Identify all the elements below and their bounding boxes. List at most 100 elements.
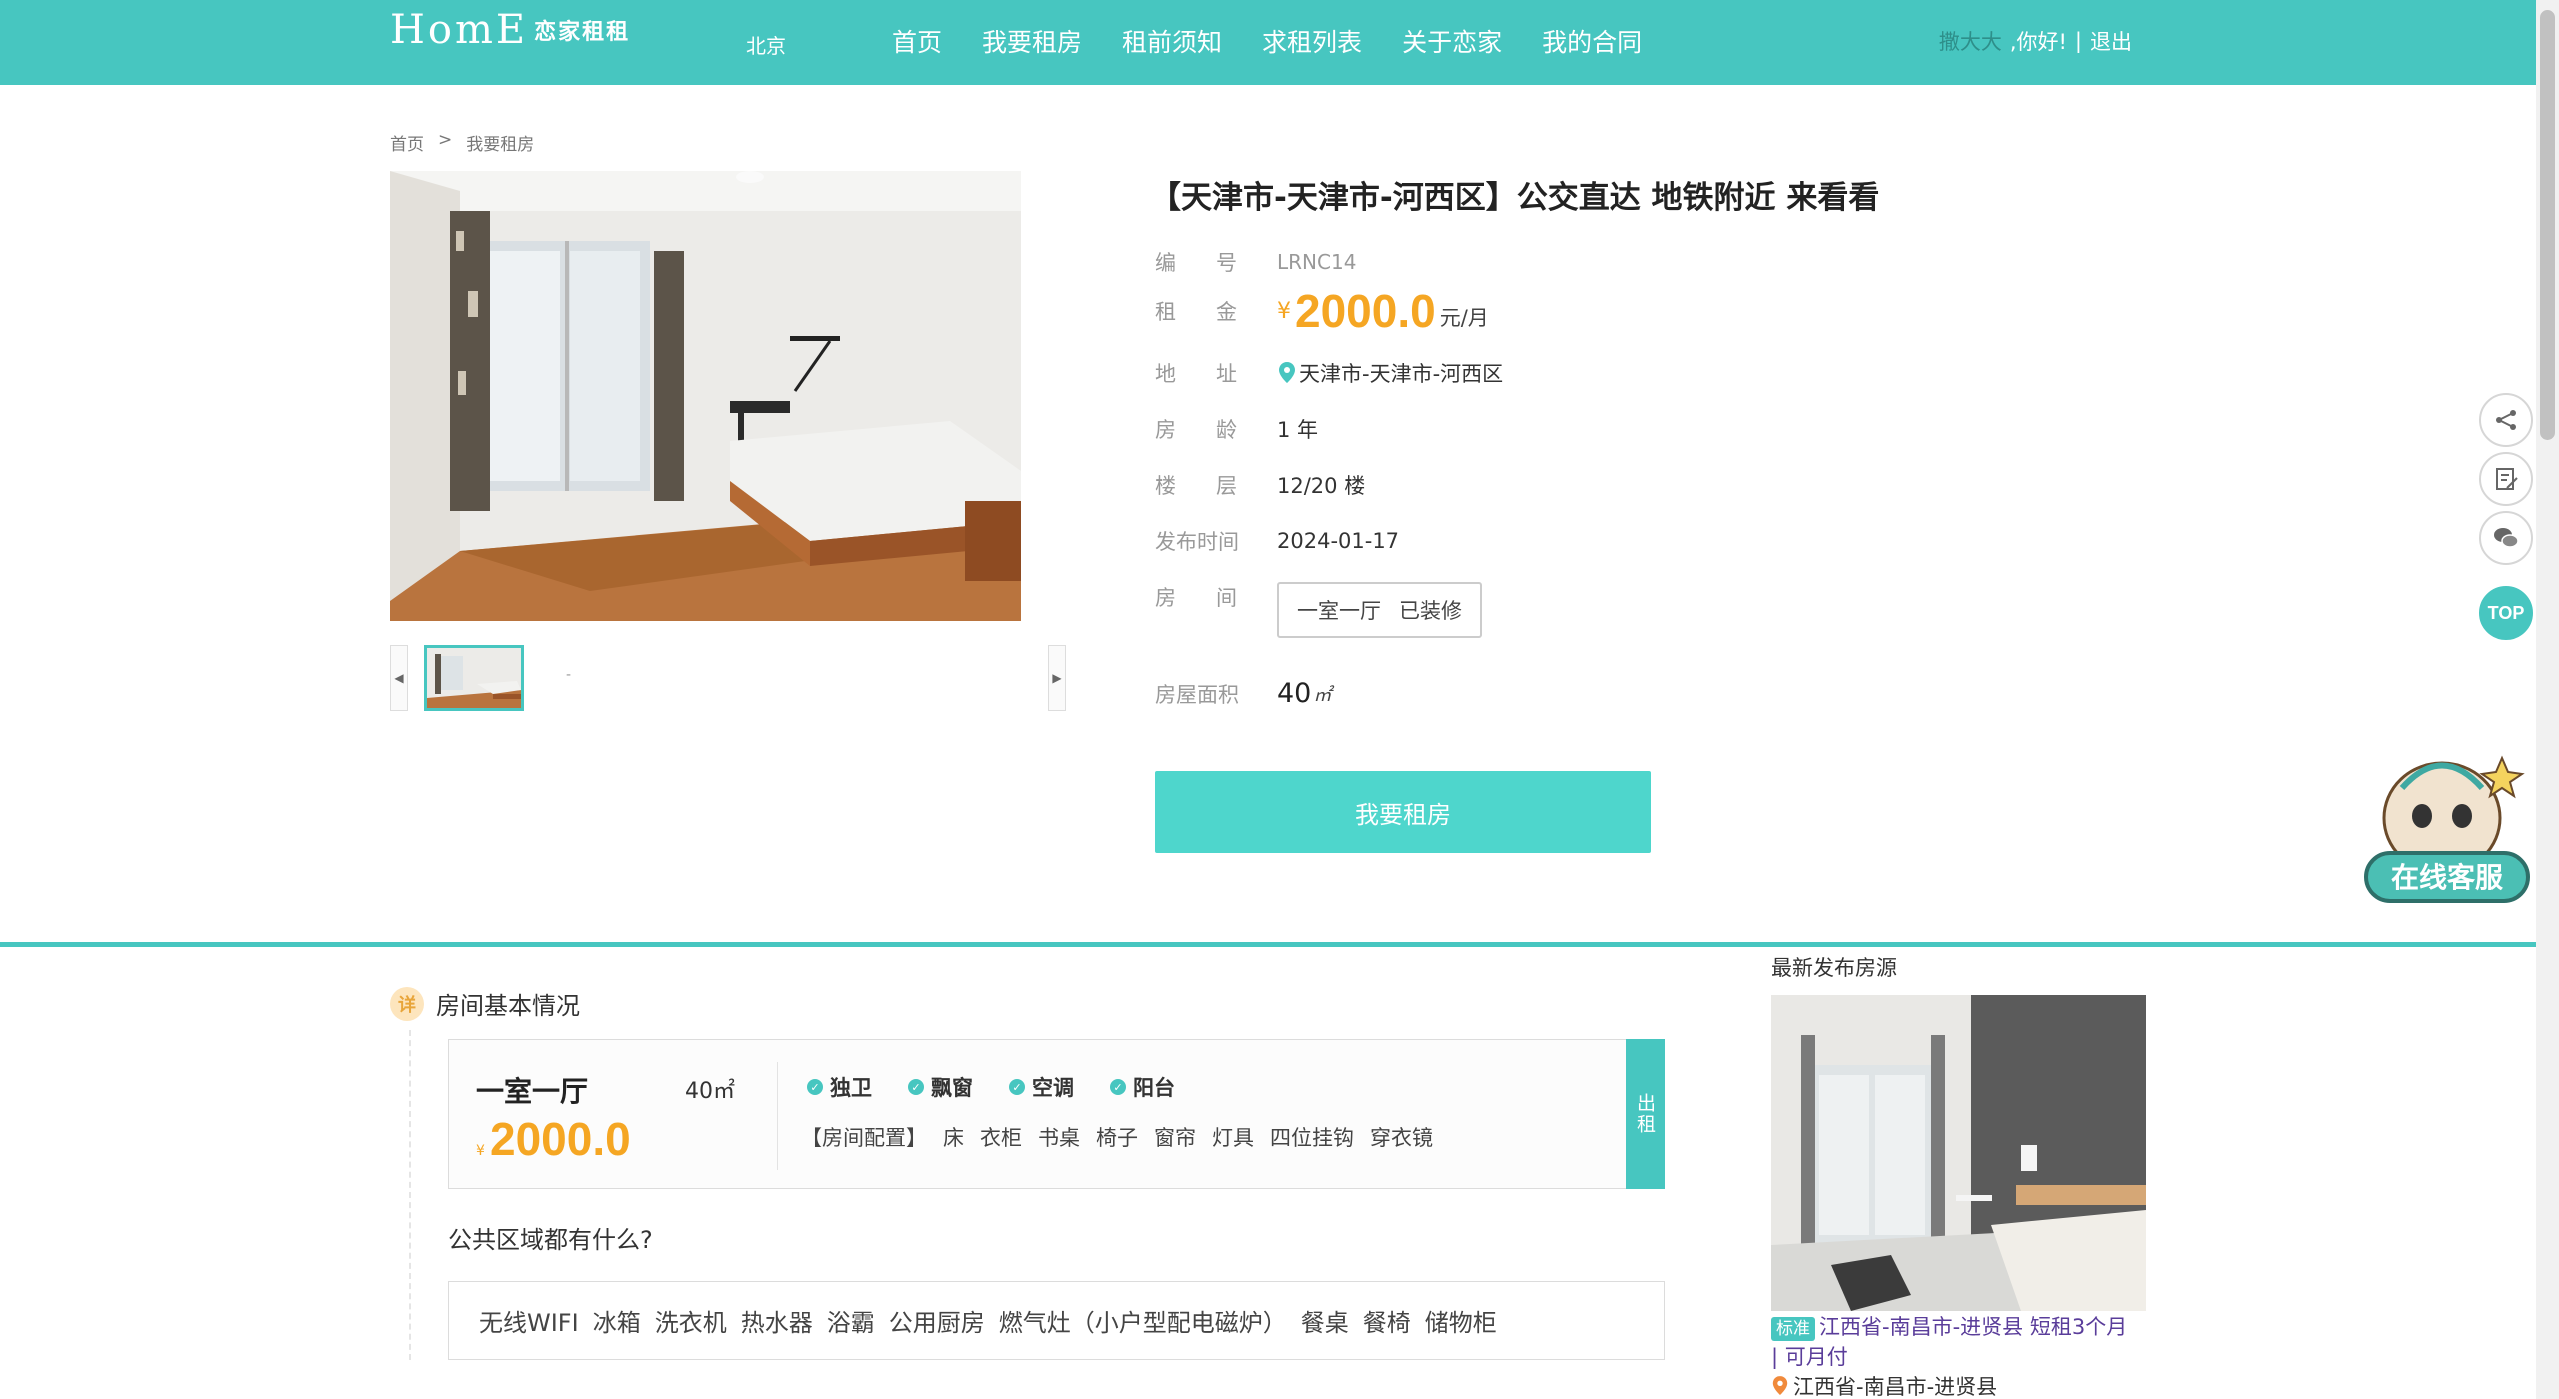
edit-note-icon: [2496, 468, 2518, 490]
nav-item-about[interactable]: 关于恋家: [1382, 22, 1522, 64]
rent-now-button[interactable]: 我要租房: [1155, 771, 1651, 853]
config-item: 书桌: [1038, 1126, 1080, 1150]
location-pin-icon: [1279, 362, 1295, 383]
label-age-1: 房: [1155, 418, 1176, 442]
listing-code: LRNC14: [1277, 250, 1357, 274]
page-scrollbar[interactable]: [2536, 0, 2559, 1399]
nav-item-home[interactable]: 首页: [872, 22, 962, 64]
nav-item-rent[interactable]: 我要租房: [962, 22, 1102, 64]
label-published: 发布时间: [1155, 526, 1277, 556]
public-item: 储物柜: [1424, 1309, 1497, 1337]
config-item: 床: [943, 1126, 964, 1150]
logout-link[interactable]: 退出: [2090, 26, 2132, 56]
listing-area: 40: [1277, 678, 1312, 709]
listing-floor: 12/20 楼: [1277, 474, 1366, 498]
user-area: 撒大大 ,你好! | 退出: [1939, 26, 2132, 56]
info-row-rent: 租 金 ¥ 2000.0 元/月: [1155, 284, 1489, 338]
timeline-dashed-line: [409, 1030, 411, 1360]
check-icon: ✓: [1110, 1079, 1126, 1095]
info-row-age: 房 龄 1 年: [1155, 414, 1318, 444]
public-item: 餐桌: [1300, 1309, 1349, 1337]
label-area-text: 房屋面积: [1155, 682, 1239, 707]
site-logo[interactable]: HomE 恋家租租: [390, 7, 631, 53]
thumb-next-button[interactable]: ▶: [1048, 645, 1066, 711]
label-age-2: 龄: [1216, 418, 1237, 442]
wechat-button[interactable]: [2479, 511, 2533, 565]
public-item: 燃气灶（小户型配电磁炉）: [998, 1309, 1287, 1337]
label-rent-2: 金: [1216, 300, 1237, 324]
room-features: ✓ 独卫 ✓ 飘窗 ✓ 空调 ✓ 阳台: [807, 1072, 1175, 1102]
greeting-text: ,你好!: [2009, 30, 2067, 54]
check-icon: ✓: [1009, 1079, 1025, 1095]
label-address: 地 址: [1155, 358, 1277, 388]
config-item: 窗帘: [1154, 1126, 1196, 1150]
latest-listing-photo[interactable]: [1771, 995, 2146, 1311]
public-item: 无线WIFI: [479, 1309, 579, 1337]
scrollbar-thumb[interactable]: [2540, 10, 2555, 440]
label-floor-2: 层: [1216, 474, 1237, 498]
room-type-tag[interactable]: 一室一厅 已装修: [1277, 582, 1482, 638]
listing-address: 天津市-天津市-河西区: [1299, 362, 1504, 386]
nav-item-wanted-list[interactable]: 求租列表: [1242, 22, 1382, 64]
location-pin-icon: [1772, 1376, 1788, 1395]
label-code-1: 编: [1155, 251, 1176, 275]
config-item: 椅子: [1096, 1126, 1138, 1150]
config-item: 灯具: [1212, 1126, 1254, 1150]
basic-info-header: 详 房间基本情况: [390, 986, 580, 1021]
breadcrumb-separator: >: [438, 130, 453, 150]
thumb-prev-button[interactable]: ◀: [390, 645, 408, 711]
label-rent: 租 金: [1155, 296, 1277, 326]
feedback-button[interactable]: [2479, 452, 2533, 506]
label-room-1: 房: [1155, 586, 1176, 610]
share-button[interactable]: [2479, 393, 2533, 447]
config-item: 穿衣镜: [1370, 1126, 1433, 1150]
top-arrow-icon: TOP: [2487, 602, 2525, 623]
label-published-text: 发布时间: [1155, 530, 1239, 554]
label-room-2: 间: [1216, 586, 1237, 610]
city-selector[interactable]: 北京: [746, 30, 786, 59]
standard-tag: 标准: [1771, 1317, 1815, 1341]
back-to-top-button[interactable]: TOP: [2479, 586, 2533, 640]
label-area: 房屋面积: [1155, 679, 1277, 709]
listing-title: 【天津市-天津市-河西区】公交直达 地铁附近 来看看: [1150, 180, 1880, 216]
user-name-link[interactable]: 撒大大: [1939, 26, 2002, 56]
info-row-area: 房屋面积 40 ㎡: [1155, 678, 1331, 709]
section-divider: [0, 942, 2536, 947]
public-item: 公用厨房: [888, 1309, 985, 1337]
main-room-photo[interactable]: [390, 171, 1021, 621]
label-address-2: 址: [1216, 362, 1237, 386]
nav-item-contracts[interactable]: 我的合同: [1522, 22, 1662, 64]
room-type-text: 一室一厅: [1297, 599, 1381, 623]
breadcrumb-home[interactable]: 首页: [390, 130, 424, 155]
basic-info-title: 房间基本情况: [436, 992, 580, 1020]
room-config: 【房间配置】 床 衣柜 书桌 椅子 窗帘 灯具 四位挂钩 穿衣镜: [801, 1122, 1433, 1152]
check-icon: ✓: [807, 1079, 823, 1095]
label-floor-1: 楼: [1155, 474, 1176, 498]
breadcrumb-current[interactable]: 我要租房: [466, 130, 534, 155]
public-item: 洗衣机: [654, 1309, 727, 1337]
room-card-area: 40㎡: [685, 1079, 735, 1104]
online-customer-service-widget[interactable]: 在线客服: [2362, 748, 2534, 908]
chevron-left-icon: ◀: [394, 671, 404, 685]
latest-listing-headline[interactable]: 标准 江西省-南昌市-进贤县 短租3个月 | 可月付: [1771, 1312, 2151, 1372]
label-rent-1: 租: [1155, 300, 1176, 324]
thumbnail-strip: ◀ - ▶: [390, 645, 1066, 711]
price-symbol: ¥: [1277, 298, 1291, 324]
feature-label: 阳台: [1133, 1076, 1175, 1100]
price-unit: 元/月: [1439, 306, 1489, 330]
area-unit: ㎡: [1313, 684, 1332, 706]
info-row-room: 房 间 一室一厅 已装修: [1155, 582, 1482, 638]
room-card-price: 2000.0: [490, 1113, 631, 1165]
label-floor: 楼 层: [1155, 470, 1277, 500]
listing-age: 1 年: [1277, 418, 1319, 442]
detail-icon: 详: [390, 986, 424, 1021]
thumbnail-active[interactable]: [424, 645, 524, 711]
label-age: 房 龄: [1155, 414, 1277, 444]
nav-item-notice[interactable]: 租前须知: [1102, 22, 1242, 64]
logo-brand: 恋家租租: [534, 20, 631, 45]
config-item: 四位挂钩: [1270, 1126, 1354, 1150]
chevron-right-icon: ▶: [1052, 671, 1062, 685]
info-row-address: 地 址 天津市-天津市-河西区: [1155, 358, 1503, 388]
public-item: 浴霸: [826, 1309, 875, 1337]
latest-location-text: 江西省-南昌市-进贤县: [1793, 1375, 1998, 1399]
